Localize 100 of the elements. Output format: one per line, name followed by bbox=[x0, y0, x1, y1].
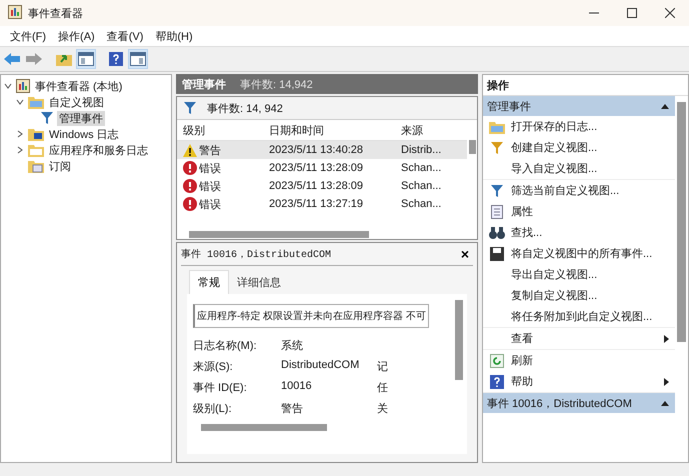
error-icon bbox=[183, 197, 197, 211]
field-label: 来源(S): bbox=[193, 360, 234, 374]
help-icon bbox=[109, 52, 123, 66]
action-item[interactable]: 查找... bbox=[483, 222, 675, 243]
table-cell-text: Schan... bbox=[401, 162, 442, 174]
table-cell-text: Schan... bbox=[401, 180, 442, 192]
warning-icon bbox=[183, 144, 197, 156]
pane-title: 管理事件 bbox=[182, 78, 226, 92]
chevron-right-icon[interactable] bbox=[16, 146, 24, 154]
folder-icon bbox=[489, 120, 505, 134]
help-icon bbox=[490, 374, 504, 388]
table-cell-text: 2023/5/11 13:28:09 bbox=[269, 180, 364, 192]
table-row[interactable]: 错误 2023/5/11 13:28:09 Schan... bbox=[177, 177, 467, 195]
toolbar-button[interactable] bbox=[128, 49, 148, 69]
panel-icon bbox=[78, 52, 94, 66]
tree-item[interactable]: 应用程序和服务日志 bbox=[47, 142, 150, 158]
scrollbar-thumb[interactable] bbox=[201, 424, 327, 431]
action-item[interactable]: 复制自定义视图... bbox=[483, 285, 675, 306]
field-value: 警告 bbox=[281, 402, 304, 416]
toolbar-button[interactable] bbox=[76, 49, 96, 69]
table-row[interactable]: 警告 2023/5/11 13:40:28 Distrib... bbox=[177, 141, 467, 159]
field-label: 事件 ID(E): bbox=[193, 381, 248, 395]
field-value: 10016 bbox=[281, 380, 313, 394]
folder-icon bbox=[28, 127, 44, 141]
scrollbar-thumb[interactable] bbox=[677, 102, 686, 342]
table-row[interactable]: 错误 2023/5/11 13:27:19 Schan... bbox=[177, 195, 467, 213]
tab[interactable]: 常规 bbox=[189, 270, 229, 294]
action-item[interactable]: 将自定义视图中的所有事件... bbox=[483, 243, 675, 264]
close-button[interactable]: × bbox=[456, 246, 473, 262]
log-viewer-icon bbox=[8, 4, 22, 18]
field-label: 级别(L): bbox=[193, 402, 232, 416]
field-label: 关 bbox=[377, 403, 388, 415]
action-item[interactable]: 属性 bbox=[483, 201, 675, 222]
table-cell-text: 2023/5/11 13:27:19 bbox=[269, 198, 364, 210]
scrollbar-thumb[interactable] bbox=[468, 140, 476, 154]
menu-item[interactable]: 查看(V) bbox=[100, 28, 150, 44]
table-cell-text: 2023/5/11 13:28:09 bbox=[269, 162, 364, 174]
table-row[interactable]: 错误 2023/5/11 13:28:09 Schan... bbox=[177, 159, 467, 177]
action-item[interactable]: 打开保存的日志... bbox=[483, 116, 675, 137]
panel-icon bbox=[130, 52, 146, 66]
tree-item[interactable]: 事件查看器 (本地) bbox=[33, 78, 124, 94]
collapse-icon[interactable] bbox=[661, 400, 669, 406]
action-item[interactable]: 导出自定义视图... bbox=[483, 264, 675, 285]
action-item[interactable]: 帮助 bbox=[483, 371, 675, 392]
action-item[interactable]: 筛选当前自定义视图... bbox=[483, 180, 675, 201]
table-cell-text: Schan... bbox=[401, 198, 442, 210]
tree-item[interactable]: 管理事件 bbox=[57, 110, 105, 126]
section-header[interactable]: 管理事件 bbox=[483, 96, 675, 116]
tree-item[interactable]: Windows 日志 bbox=[47, 126, 121, 142]
menu-item[interactable]: 文件(F) bbox=[4, 28, 52, 44]
table-cell-text: Distrib... bbox=[401, 144, 442, 156]
scrollbar-thumb[interactable] bbox=[189, 230, 369, 238]
description-field[interactable]: 应用程序-特定 权限设置并未向在应用程序容器 不可 bbox=[193, 304, 429, 328]
error-icon bbox=[183, 179, 197, 193]
window-title: 事件查看器 bbox=[28, 6, 84, 20]
column-header[interactable]: 级别 bbox=[183, 122, 269, 138]
filter-icon bbox=[490, 140, 504, 154]
toolbar-button[interactable] bbox=[106, 49, 126, 69]
section-header[interactable]: 事件 10016，DistributedCOM bbox=[483, 393, 675, 413]
field-value: DistributedCOM bbox=[281, 359, 360, 373]
chevron-right-icon[interactable] bbox=[16, 130, 24, 138]
tree-item[interactable]: 订阅 bbox=[47, 158, 73, 174]
table-cell-text: 2023/5/11 13:40:28 bbox=[269, 144, 364, 156]
field-label: 任 bbox=[377, 382, 388, 394]
action-item[interactable]: 将任务附加到此自定义视图... bbox=[483, 306, 675, 327]
event-count: 事件数: 14,942 bbox=[240, 78, 313, 92]
folder-up-icon bbox=[56, 52, 72, 66]
column-header[interactable]: 来源 bbox=[401, 122, 459, 138]
action-item[interactable]: 导入自定义视图... bbox=[483, 158, 675, 179]
action-item[interactable]: 创建自定义视图... bbox=[483, 137, 675, 158]
refresh-icon bbox=[490, 354, 504, 368]
tab[interactable]: 详细信息 bbox=[229, 270, 289, 294]
filter-count: 事件数: 14, 942 bbox=[207, 102, 283, 116]
collapse-icon[interactable] bbox=[661, 104, 669, 108]
field-label: 日志名称(M): bbox=[193, 338, 258, 353]
field-value: 系统 bbox=[281, 338, 304, 353]
binoculars-icon bbox=[489, 226, 505, 240]
menu-item[interactable]: 帮助(H) bbox=[149, 28, 199, 44]
filter-icon bbox=[490, 184, 504, 198]
section-title: 事件 10016，DistributedCOM bbox=[487, 396, 632, 410]
table-cell-text: 错误 bbox=[199, 180, 221, 194]
scrollbar-thumb[interactable] bbox=[455, 300, 463, 380]
action-item[interactable]: 查看 bbox=[483, 328, 675, 349]
tree-item[interactable]: 自定义视图 bbox=[47, 94, 106, 110]
table-cell-text: 错误 bbox=[199, 198, 221, 212]
column-header[interactable]: 日期和时间 bbox=[269, 122, 401, 138]
close-icon bbox=[665, 8, 675, 18]
table-cell-text: 警告 bbox=[199, 144, 221, 158]
forward-arrow-icon bbox=[26, 53, 42, 65]
chevron-down-icon[interactable] bbox=[4, 82, 12, 90]
menu-item[interactable]: 操作(A) bbox=[52, 28, 101, 44]
folder-icon bbox=[28, 159, 44, 173]
filter-icon bbox=[183, 101, 197, 115]
folder-icon bbox=[28, 143, 44, 157]
action-item[interactable]: 刷新 bbox=[483, 350, 675, 371]
log-viewer-icon bbox=[16, 79, 30, 93]
chevron-down-icon[interactable] bbox=[16, 98, 24, 106]
folder-icon bbox=[28, 95, 44, 109]
back-arrow-icon bbox=[4, 53, 20, 65]
filter-icon bbox=[40, 111, 54, 125]
